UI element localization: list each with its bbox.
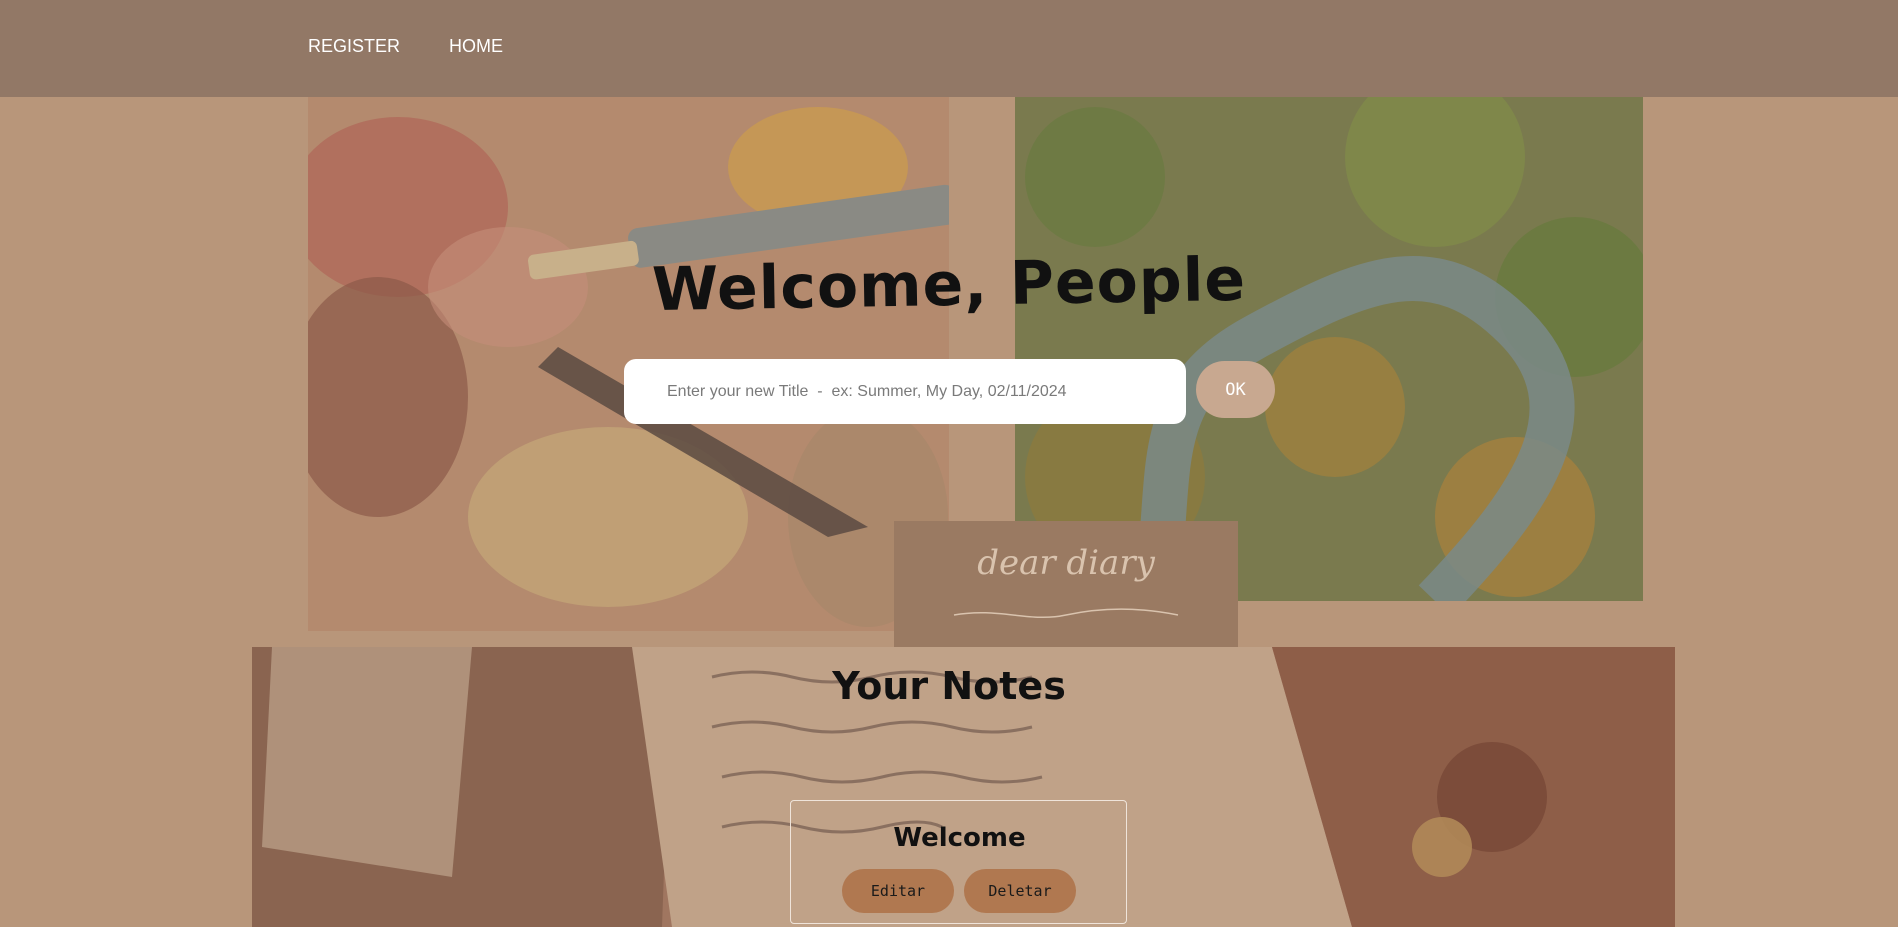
ok-button[interactable]: OK	[1196, 361, 1275, 418]
nav-register-link[interactable]: REGISTER	[308, 36, 400, 57]
note-title: Welcome	[893, 823, 1026, 853]
notes-section-title: Your Notes	[832, 664, 1066, 708]
note-card: Welcome Editar Deletar	[790, 800, 1127, 924]
dear-diary-badge: dear diary	[894, 521, 1238, 647]
new-title-input[interactable]	[624, 359, 1186, 424]
delete-note-button[interactable]: Deletar	[964, 869, 1076, 913]
edit-note-button[interactable]: Editar	[842, 869, 954, 913]
dear-diary-text: dear diary	[977, 543, 1155, 583]
flourish-icon	[953, 608, 1179, 619]
nav-home-link[interactable]: HOME	[449, 36, 503, 57]
top-navigation-bar: REGISTER HOME	[0, 0, 1898, 97]
